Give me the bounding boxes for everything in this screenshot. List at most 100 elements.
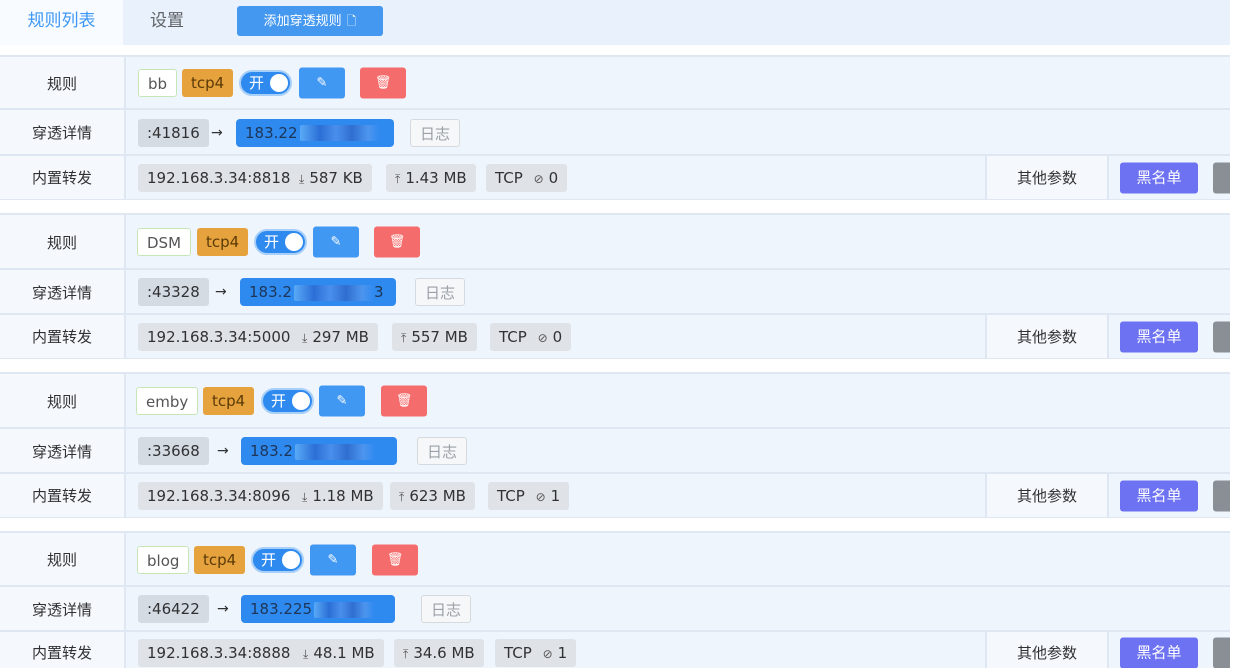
blacklist-button[interactable]: 黑名单 [1120, 480, 1198, 511]
local-address: 192.168.3.34:8096 [138, 481, 300, 510]
upload-stat: ⤒ 34.6 MB [394, 638, 484, 667]
remote-port: :41816 [138, 118, 209, 147]
toggle-knob [282, 550, 300, 569]
rule-row-label: 规则 [0, 57, 126, 109]
upload-stat: ⤒ 1.43 MB [386, 163, 476, 192]
more-button[interactable] [1213, 637, 1230, 668]
download-value: 1.18 MB [312, 486, 374, 505]
download-stat: ⤓ 587 KB [290, 163, 372, 192]
edit-button[interactable]: ✎ [313, 226, 359, 258]
download-value: 587 KB [309, 168, 363, 187]
download-value: 48.1 MB [313, 643, 375, 662]
arrow-right-icon: → [215, 284, 227, 300]
blacklist-button[interactable]: 黑名单 [1120, 321, 1198, 352]
edit-button[interactable]: ✎ [299, 67, 345, 99]
more-button[interactable] [1213, 162, 1230, 193]
rule-row: 规则 DSM tcp4 开 ✎ 🗑 [0, 213, 1230, 270]
local-address: 192.168.3.34:8818 [138, 163, 300, 192]
tab-rule-list[interactable]: 规则列表 [0, 0, 123, 45]
forward-row: 内置转发 192.168.3.34:8888 ⤓ 48.1 MB ⤒ 34.6 MB… [0, 630, 1230, 668]
log-button[interactable]: 日志 [417, 437, 468, 465]
rule-row-label: 规则 [0, 533, 126, 586]
transport-stat: TCP ⊘ 1 [495, 638, 577, 667]
enable-toggle[interactable]: 开 [254, 229, 307, 255]
forward-row: 内置转发 192.168.3.34:5000 ⤓ 297 MB ⤒ 557 MB T… [0, 313, 1230, 359]
edit-icon: ✎ [336, 393, 348, 409]
forward-row-label: 内置转发 [0, 474, 126, 517]
target-address-text: 183.2 [249, 283, 292, 301]
download-stat: ⤓ 48.1 MB [294, 638, 384, 667]
connection-count: 0 [552, 327, 563, 346]
rule-name-tag: blog [137, 545, 190, 574]
enable-toggle[interactable]: 开 [239, 70, 292, 96]
log-button[interactable]: 日志 [410, 118, 461, 147]
remote-port: :33668 [138, 437, 209, 465]
edit-button[interactable]: ✎ [310, 544, 356, 575]
delete-button[interactable]: 🗑 [374, 226, 420, 258]
detail-row: 穿透详情 :43328 → 183.2 3 日志 [0, 268, 1230, 315]
forward-row-label: 内置转发 [0, 632, 126, 668]
upload-stat: ⤒ 623 MB [390, 481, 475, 510]
trash-icon: 🗑 [395, 393, 413, 409]
transport-stat: TCP ⊘ 0 [490, 322, 572, 351]
arrow-right-icon: → [217, 601, 229, 617]
target-address[interactable]: 183.2 [241, 437, 397, 465]
toggle-on-label: 开 [264, 233, 280, 251]
connection-icon: ⊘ [537, 330, 548, 345]
blacklist-button[interactable]: 黑名单 [1120, 162, 1198, 193]
local-address: 192.168.3.34:8888 [138, 638, 300, 667]
remote-port: :46422 [138, 595, 209, 623]
toggle-on-label: 开 [261, 550, 277, 569]
add-rule-button[interactable]: 添加穿透规则 🗋 [237, 6, 383, 36]
arrow-right-icon: → [217, 443, 229, 459]
arrow-right-icon: → [211, 124, 223, 141]
log-button[interactable]: 日志 [421, 595, 472, 623]
delete-button[interactable]: 🗑 [372, 544, 418, 575]
rule-row: 规则 bb tcp4 开 ✎ 🗑 [0, 55, 1230, 110]
tab-settings[interactable]: 设置 [128, 0, 206, 45]
connection-icon: ⊘ [542, 646, 553, 661]
download-icon: ⤓ [303, 646, 309, 661]
toggle-knob [292, 392, 310, 410]
target-address[interactable]: 183.225 [241, 595, 395, 623]
edit-button[interactable]: ✎ [319, 385, 365, 417]
transport-stat: TCP ⊘ 1 [488, 481, 570, 510]
target-address-tail: 3 [373, 283, 384, 301]
edit-icon: ✎ [330, 234, 342, 250]
rule-row: 规则 emby tcp4 开 ✎ 🗑 [0, 372, 1230, 429]
download-stat: ⤓ 1.18 MB [293, 481, 383, 510]
more-button[interactable] [1213, 321, 1230, 352]
detail-row: 穿透详情 :46422 → 183.225 日志 [0, 585, 1230, 632]
transport-value: TCP [504, 643, 532, 662]
enable-toggle[interactable]: 开 [251, 546, 304, 573]
enable-toggle[interactable]: 开 [261, 388, 314, 414]
rule-row: 规则 blog tcp4 开 ✎ 🗑 [0, 531, 1230, 587]
other-params-label: 其他参数 [985, 315, 1109, 358]
detail-row-label: 穿透详情 [0, 270, 126, 314]
transport-value: TCP [495, 168, 523, 187]
target-address-text: 183.2 [250, 442, 293, 460]
target-address-text: 183.225 [250, 600, 313, 618]
protocol-tag: tcp4 [197, 228, 249, 256]
connection-icon: ⊘ [533, 171, 544, 186]
rule-name-tag: DSM [137, 228, 192, 256]
address-redaction [299, 125, 380, 141]
address-redaction [293, 284, 374, 301]
trash-icon: 🗑 [374, 75, 392, 91]
log-button[interactable]: 日志 [415, 278, 466, 306]
upload-value: 557 MB [411, 327, 468, 346]
target-address-text: 183.22 [245, 123, 298, 142]
upload-stat: ⤒ 557 MB [392, 322, 477, 351]
target-address[interactable]: 183.2 3 [240, 278, 396, 306]
delete-button[interactable]: 🗑 [381, 385, 427, 417]
delete-button[interactable]: 🗑 [360, 67, 406, 99]
more-button[interactable] [1213, 480, 1230, 511]
transport-stat: TCP ⊘ 0 [486, 163, 568, 192]
target-address[interactable]: 183.22 [236, 118, 394, 147]
other-params-label: 其他参数 [985, 474, 1109, 517]
blacklist-button[interactable]: 黑名单 [1120, 637, 1198, 668]
other-params-label: 其他参数 [985, 632, 1109, 668]
protocol-tag: tcp4 [182, 69, 234, 97]
add-rule-label: 添加穿透规则 [263, 14, 342, 29]
toggle-knob [270, 74, 288, 92]
